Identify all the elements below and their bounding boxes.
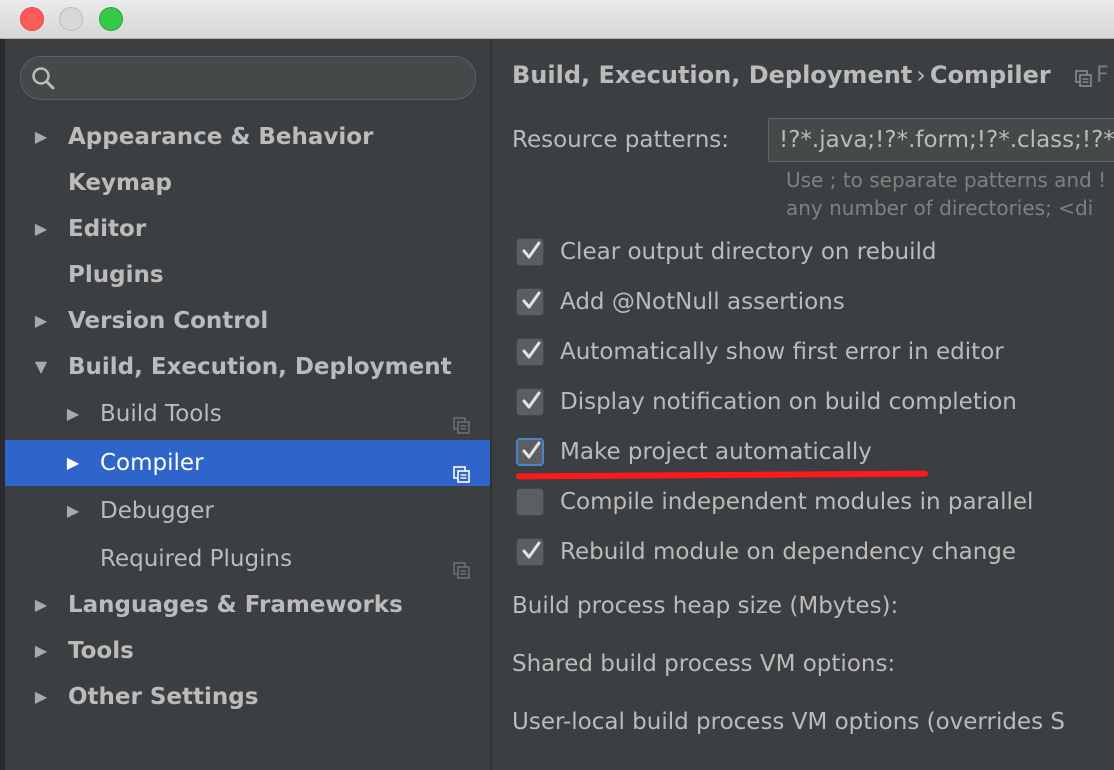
- resource-patterns-input[interactable]: !?*.java;!?*.form;!?*.class;!?*: [768, 118, 1114, 162]
- checkbox[interactable]: [516, 288, 544, 316]
- expand-arrow-icon[interactable]: ▶: [31, 298, 51, 344]
- settings-sidebar: ▶ Appearance & Behavior Keymap ▶ Editor …: [0, 39, 490, 770]
- checkbox[interactable]: [516, 338, 544, 366]
- sidebar-item-label: Version Control: [68, 308, 269, 334]
- checkmark-icon: [522, 391, 541, 409]
- expand-arrow-icon[interactable]: ▶: [63, 391, 83, 437]
- resource-patterns-hint: any number of directories; <di: [786, 196, 1094, 220]
- sidebar-item-label: Build, Execution, Deployment: [68, 354, 452, 380]
- checkbox-label: Make project automatically: [560, 439, 872, 465]
- breadcrumb-current: Compiler: [929, 61, 1051, 89]
- sidebar-item-appearance-behavior[interactable]: ▶ Appearance & Behavior: [5, 114, 490, 160]
- sidebar-item-label: Appearance & Behavior: [68, 124, 374, 150]
- resource-patterns-hint: Use ; to separate patterns and !: [786, 168, 1107, 192]
- checkbox[interactable]: [516, 538, 544, 566]
- checkmark-icon: [522, 241, 541, 259]
- sidebar-item-label: Required Plugins: [100, 546, 293, 572]
- expand-arrow-icon[interactable]: ▶: [31, 582, 51, 628]
- sidebar-item-debugger[interactable]: ▶ Debugger: [5, 488, 490, 534]
- sidebar-item-tools[interactable]: ▶ Tools: [5, 628, 490, 674]
- sidebar-item-label: Other Settings: [68, 684, 259, 710]
- expand-arrow-icon[interactable]: ▶: [31, 114, 51, 160]
- sidebar-item-keymap[interactable]: Keymap: [5, 160, 490, 206]
- expand-arrow-icon[interactable]: ▶: [63, 440, 83, 486]
- checkmark-icon: [522, 341, 541, 359]
- sidebar-item-label: Build Tools: [100, 401, 222, 427]
- settings-content: Build, Execution, Deployment › Compiler F …: [492, 39, 1114, 770]
- sidebar-item-build-tools[interactable]: ▶ Build Tools: [5, 391, 490, 437]
- annotation-underline: [515, 470, 929, 480]
- breadcrumb: Build, Execution, Deployment › Compiler: [512, 61, 1051, 89]
- checkbox[interactable]: [516, 238, 544, 266]
- sidebar-item-languages-frameworks[interactable]: ▶ Languages & Frameworks: [5, 582, 490, 628]
- expand-arrow-icon[interactable]: ▶: [31, 674, 51, 720]
- checkbox-label: Rebuild module on dependency change: [560, 539, 1017, 565]
- sidebar-item-plugins[interactable]: Plugins: [5, 252, 490, 298]
- checkmark-icon: [522, 541, 541, 559]
- breadcrumb-separator: ›: [916, 61, 926, 89]
- checkmark-icon: [522, 291, 541, 309]
- expand-arrow-icon[interactable]: ▶: [31, 206, 51, 252]
- checkmark-icon: [522, 441, 541, 459]
- sidebar-item-label: Tools: [68, 638, 134, 664]
- sidebar-item-editor[interactable]: ▶ Editor: [5, 206, 490, 252]
- checkbox-label: Compile independent modules in parallel: [560, 489, 1034, 515]
- expand-arrow-icon[interactable]: ▶: [63, 488, 83, 534]
- sidebar-item-label: Keymap: [68, 170, 172, 196]
- sidebar-item-compiler[interactable]: ▶ Compiler: [5, 440, 490, 486]
- user-local-vm-options-label: User-local build process VM options (ove…: [512, 709, 1065, 735]
- search-input[interactable]: [20, 56, 476, 100]
- sidebar-item-label: Compiler: [100, 450, 204, 476]
- resource-patterns-label: Resource patterns:: [512, 127, 730, 153]
- project-level-icon: [1075, 70, 1093, 92]
- window-titlebar: [0, 0, 1114, 39]
- sidebar-item-other-settings[interactable]: ▶ Other Settings: [5, 674, 490, 720]
- sidebar-item-version-control[interactable]: ▶ Version Control: [5, 298, 490, 344]
- sidebar-item-label: Editor: [68, 216, 147, 242]
- checkbox[interactable]: [516, 388, 544, 416]
- checkbox[interactable]: [516, 438, 544, 466]
- checkbox-label: Clear output directory on rebuild: [560, 239, 937, 265]
- shared-vm-options-label: Shared build process VM options:: [512, 651, 896, 677]
- heap-size-label: Build process heap size (Mbytes):: [512, 593, 899, 619]
- breadcrumb-trailing-text: F: [1096, 63, 1109, 88]
- zoom-window-button[interactable]: [99, 7, 123, 31]
- sidebar-item-required-plugins[interactable]: Required Plugins: [5, 536, 490, 582]
- sidebar-item-label: Languages & Frameworks: [68, 592, 403, 618]
- checkbox-label: Add @NotNull assertions: [560, 289, 845, 315]
- minimize-window-button[interactable]: [59, 7, 83, 31]
- checkbox-label: Display notification on build completion: [560, 389, 1017, 415]
- sidebar-item-build-execution-deployment[interactable]: ▼ Build, Execution, Deployment: [5, 344, 490, 390]
- checkbox-label: Automatically show first error in editor: [560, 339, 1004, 365]
- expand-arrow-icon[interactable]: ▶: [31, 628, 51, 674]
- sidebar-item-label: Debugger: [100, 498, 214, 524]
- sidebar-item-label: Plugins: [68, 262, 164, 288]
- window-edge: [0, 39, 5, 770]
- collapse-arrow-icon[interactable]: ▼: [31, 344, 51, 390]
- breadcrumb-parent: Build, Execution, Deployment: [512, 61, 913, 89]
- close-window-button[interactable]: [20, 7, 44, 31]
- checkbox[interactable]: [516, 488, 544, 516]
